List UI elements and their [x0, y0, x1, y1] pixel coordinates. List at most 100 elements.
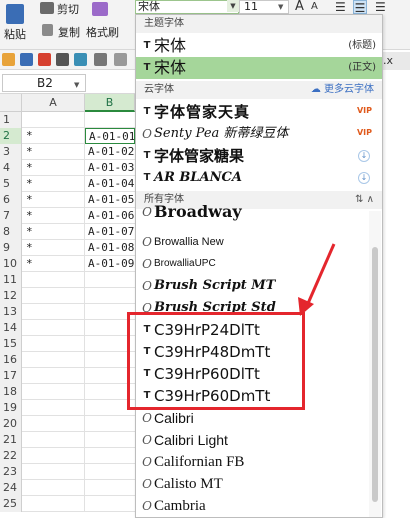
- print-icon[interactable]: [56, 53, 69, 66]
- font-item[interactable]: O Californian FB: [136, 451, 368, 473]
- row-header[interactable]: 4: [0, 160, 22, 176]
- font-item[interactable]: O Calisto MT: [136, 473, 368, 495]
- format-painter-button[interactable]: 格式刷: [86, 24, 119, 40]
- cell-b[interactable]: A-01-09: [85, 256, 135, 272]
- row-header[interactable]: 17: [0, 368, 22, 384]
- cell-b[interactable]: A-01-04: [85, 176, 135, 192]
- cell-b[interactable]: [85, 464, 135, 480]
- cell-a[interactable]: [22, 480, 85, 496]
- cell-a[interactable]: [22, 416, 85, 432]
- row-header[interactable]: 25: [0, 496, 22, 512]
- active-cell[interactable]: A-01-01: [85, 128, 135, 144]
- row-header[interactable]: 8: [0, 224, 22, 240]
- cell-a[interactable]: *: [22, 224, 85, 240]
- cell-a[interactable]: [22, 288, 85, 304]
- cell-a[interactable]: *: [22, 208, 85, 224]
- row-header[interactable]: 13: [0, 304, 22, 320]
- download-icon[interactable]: ↓: [358, 150, 370, 162]
- chevron-down-icon[interactable]: ▼: [74, 81, 79, 89]
- cell-a[interactable]: *: [22, 128, 85, 144]
- font-item[interactable]: T 字体管家天真 VIP: [136, 101, 382, 123]
- font-size-box[interactable]: 11 ▼: [239, 0, 289, 14]
- cell-a[interactable]: [22, 400, 85, 416]
- row-header[interactable]: 18: [0, 384, 22, 400]
- row-header[interactable]: 2: [0, 128, 22, 144]
- font-item[interactable]: O BrowalliaUPC: [136, 253, 368, 275]
- cell-b[interactable]: A-01-07: [85, 224, 135, 240]
- cell-a[interactable]: *: [22, 160, 85, 176]
- cell-a[interactable]: [22, 368, 85, 384]
- row-header[interactable]: 6: [0, 192, 22, 208]
- row-header[interactable]: 23: [0, 464, 22, 480]
- row-header[interactable]: 1: [0, 112, 22, 128]
- undo-icon[interactable]: [94, 53, 107, 66]
- grow-font-button[interactable]: A: [295, 0, 304, 14]
- cell-a[interactable]: [22, 496, 85, 512]
- cell-a[interactable]: *: [22, 144, 85, 160]
- row-header[interactable]: 7: [0, 208, 22, 224]
- cell-a[interactable]: [22, 112, 85, 128]
- column-header-b[interactable]: B: [85, 94, 135, 112]
- scissors-icon[interactable]: [40, 2, 54, 14]
- row-header[interactable]: 24: [0, 480, 22, 496]
- cell-a[interactable]: [22, 336, 85, 352]
- cell-a[interactable]: *: [22, 240, 85, 256]
- row-header[interactable]: 16: [0, 352, 22, 368]
- redo-icon[interactable]: [114, 53, 127, 66]
- row-header[interactable]: 20: [0, 416, 22, 432]
- shrink-font-button[interactable]: A: [311, 0, 318, 14]
- row-header[interactable]: 5: [0, 176, 22, 192]
- font-item[interactable]: O Broadway: [136, 201, 368, 223]
- cell-b[interactable]: [85, 112, 135, 128]
- cell-b[interactable]: [85, 448, 135, 464]
- cell-b[interactable]: [85, 272, 135, 288]
- font-item[interactable]: O Senty Pea 新蒂绿豆体 VIP: [136, 123, 382, 145]
- cell-a[interactable]: [22, 432, 85, 448]
- cell-a[interactable]: *: [22, 192, 85, 208]
- cell-a[interactable]: [22, 448, 85, 464]
- copy-button[interactable]: 复制: [58, 24, 80, 40]
- font-item[interactable]: O Cambria: [136, 495, 368, 517]
- font-item[interactable]: O Brush Script MT: [136, 275, 368, 297]
- cut-button[interactable]: 剪切: [57, 1, 79, 17]
- row-header[interactable]: 12: [0, 288, 22, 304]
- preview-icon[interactable]: [74, 53, 87, 66]
- cell-a[interactable]: [22, 384, 85, 400]
- row-header[interactable]: 14: [0, 320, 22, 336]
- cell-b[interactable]: [85, 416, 135, 432]
- row-header[interactable]: 15: [0, 336, 22, 352]
- cell-a[interactable]: [22, 352, 85, 368]
- download-icon[interactable]: ↓: [358, 172, 370, 184]
- pdf-icon[interactable]: [38, 53, 51, 66]
- row-header[interactable]: 21: [0, 432, 22, 448]
- cell-b[interactable]: A-01-05: [85, 192, 135, 208]
- cell-b[interactable]: A-01-02: [85, 144, 135, 160]
- row-header[interactable]: 19: [0, 400, 22, 416]
- select-all-corner[interactable]: [0, 94, 22, 112]
- cell-b[interactable]: [85, 288, 135, 304]
- chevron-down-icon[interactable]: ▼: [227, 0, 239, 12]
- cell-b[interactable]: A-01-06: [85, 208, 135, 224]
- cell-a[interactable]: [22, 320, 85, 336]
- font-item[interactable]: T AR BLANCA ↓: [136, 167, 382, 189]
- font-item[interactable]: T 字体管家糖果 ↓: [136, 145, 382, 167]
- row-header[interactable]: 11: [0, 272, 22, 288]
- copy-icon[interactable]: [42, 24, 53, 36]
- scrollbar-thumb[interactable]: [372, 247, 378, 502]
- paste-button[interactable]: 粘贴: [4, 26, 26, 42]
- row-header[interactable]: 3: [0, 144, 22, 160]
- row-header[interactable]: 22: [0, 448, 22, 464]
- save-icon[interactable]: [20, 53, 33, 66]
- folder-icon[interactable]: [2, 53, 15, 66]
- font-item[interactable]: O Browallia New: [136, 231, 368, 253]
- paste-icon[interactable]: [6, 4, 24, 24]
- cell-a[interactable]: *: [22, 256, 85, 272]
- align-right-icon[interactable]: ☰: [375, 0, 386, 14]
- cell-a[interactable]: *: [22, 176, 85, 192]
- cell-a[interactable]: [22, 304, 85, 320]
- cell-b[interactable]: [85, 496, 135, 512]
- cell-b[interactable]: A-01-08: [85, 240, 135, 256]
- cell-a[interactable]: [22, 464, 85, 480]
- font-item[interactable]: O Calibri Light: [136, 429, 368, 451]
- font-item[interactable]: T 宋体 (标题): [136, 35, 382, 57]
